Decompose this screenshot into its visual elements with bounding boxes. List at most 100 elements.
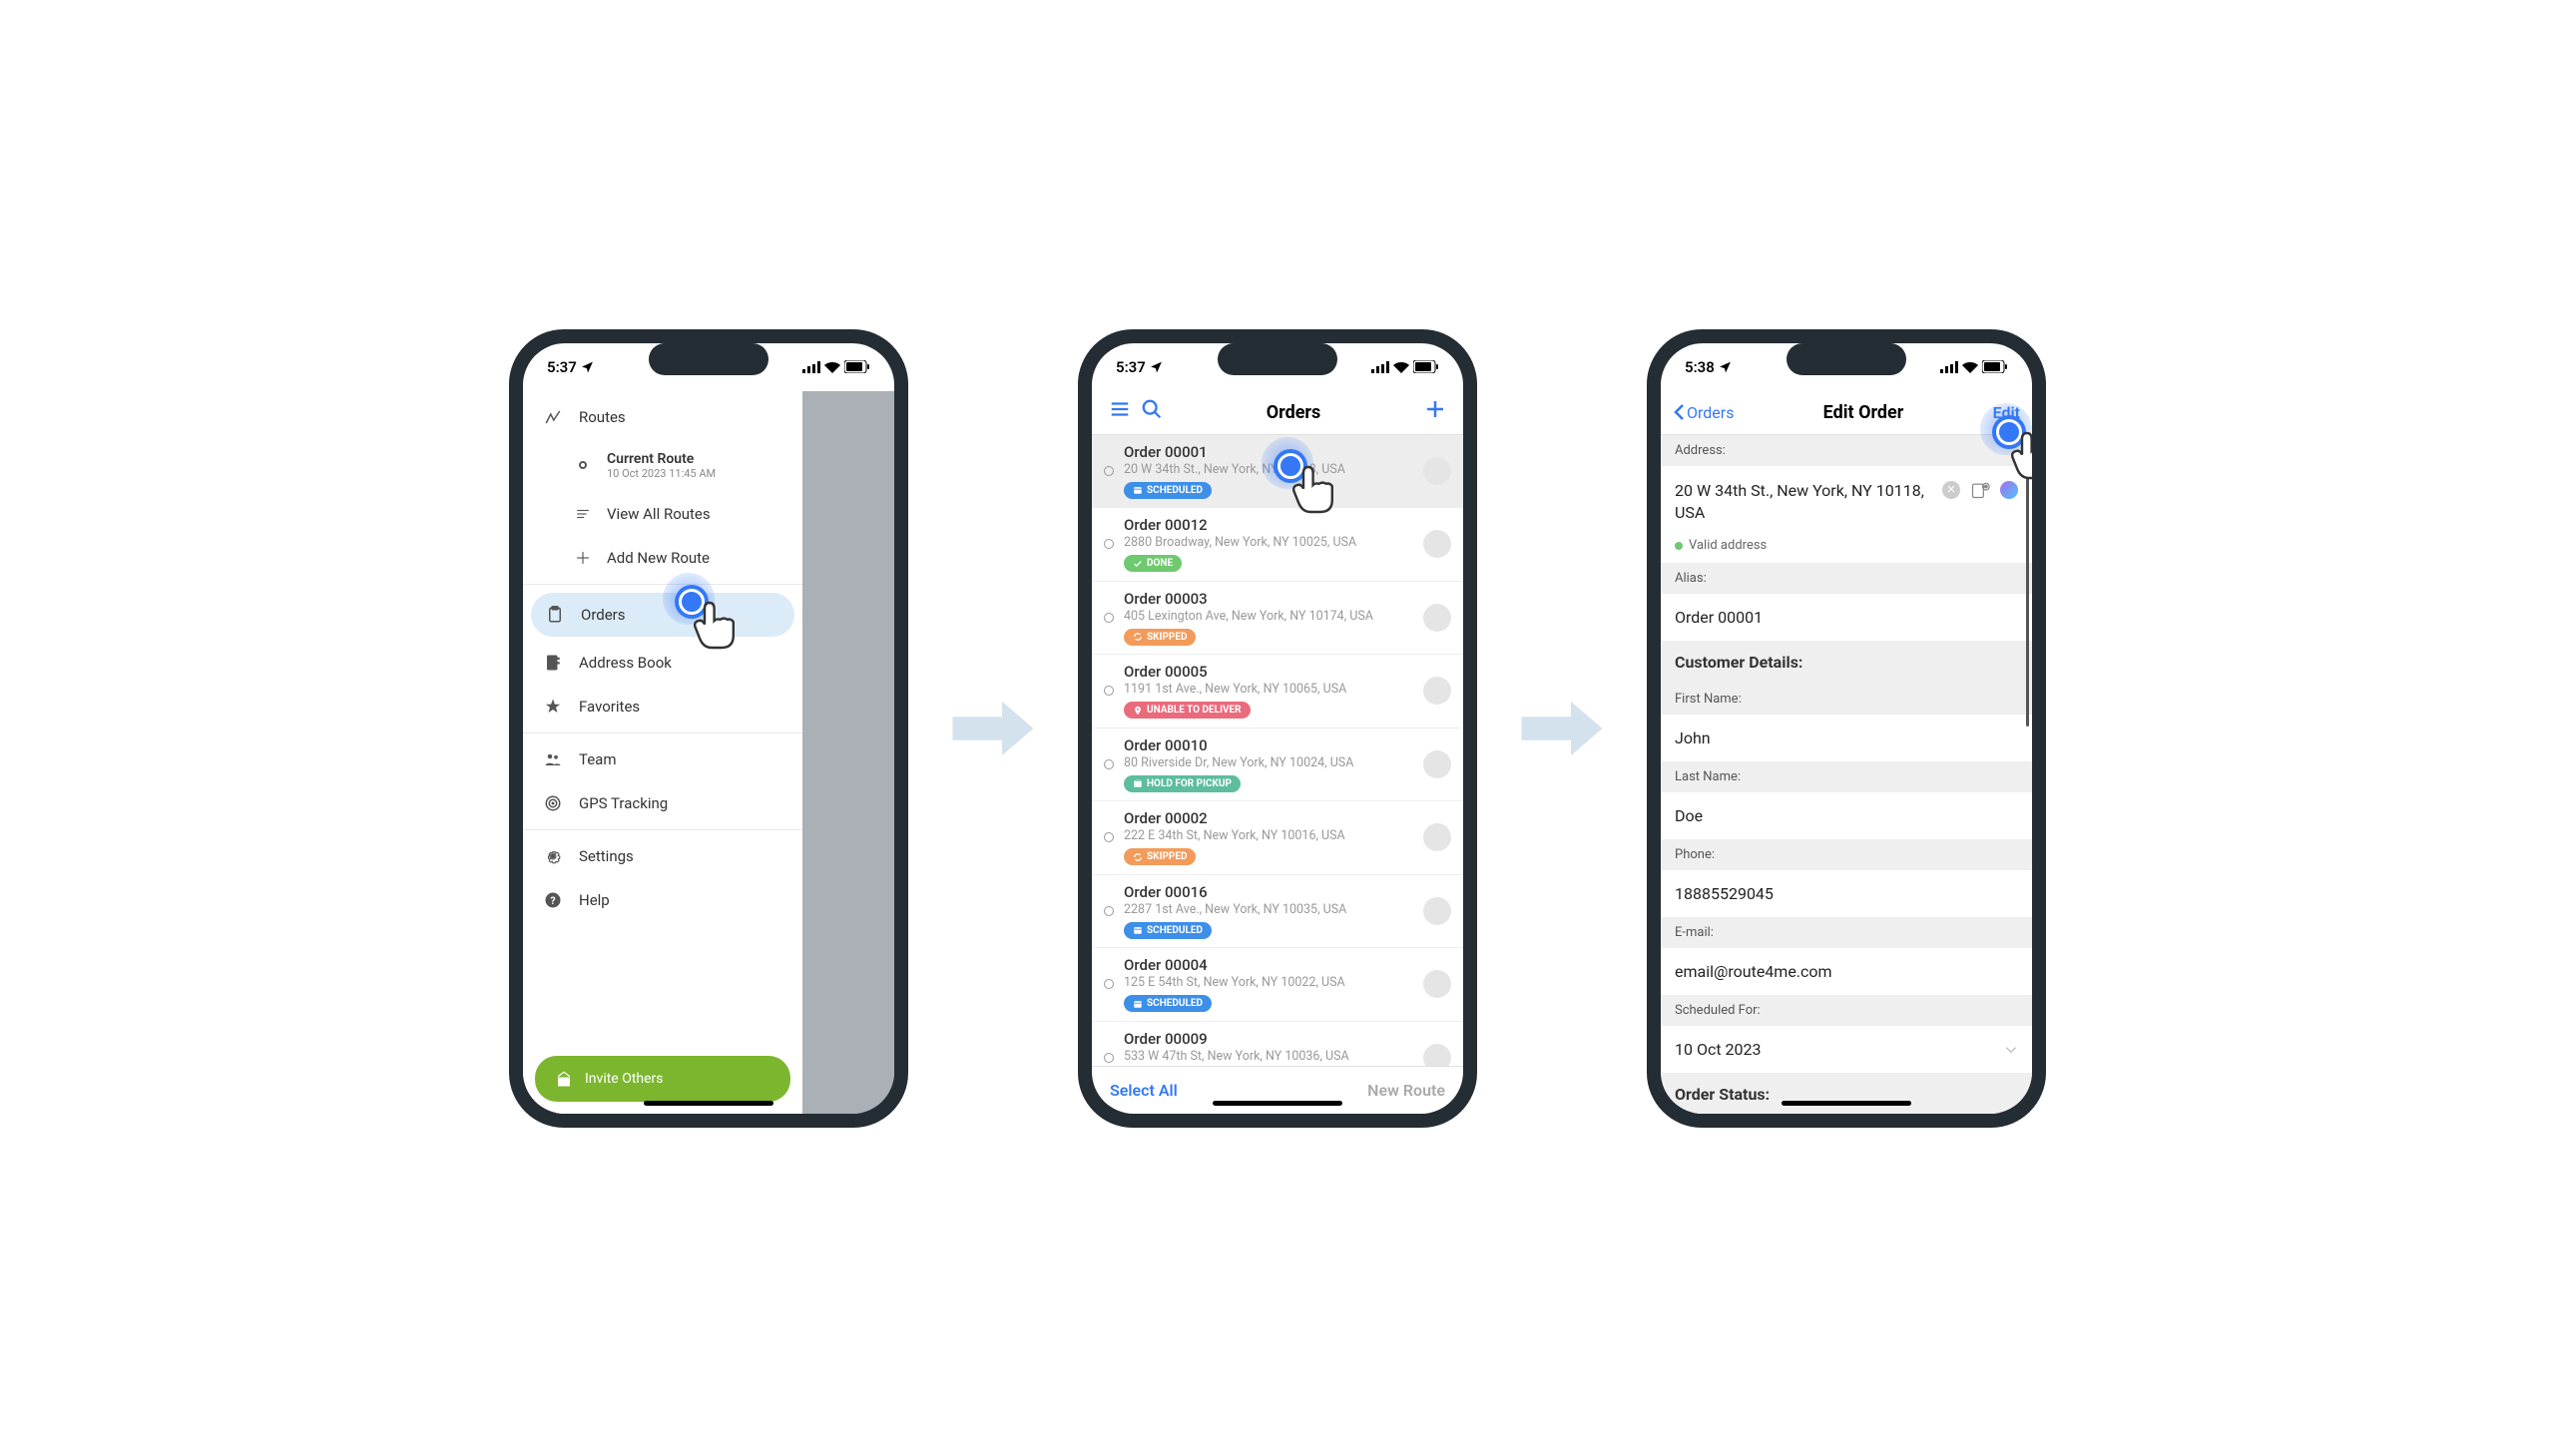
order-badge: DONE: [1124, 555, 1182, 572]
status-time: 5:37: [547, 358, 577, 376]
clear-icon[interactable]: ✕: [1942, 481, 1960, 499]
orders-list[interactable]: Order 00001 20 W 34th St., New York, NY …: [1092, 435, 1463, 1066]
order-row[interactable]: Order 00003 405 Lexington Ave, New York,…: [1092, 582, 1463, 656]
battery-icon: [844, 360, 870, 373]
menu-settings[interactable]: Settings: [523, 834, 802, 878]
order-title: Order 00001: [1124, 443, 1413, 461]
menu-current-route[interactable]: Current Route 10 Oct 2023 11:45 AM: [523, 439, 802, 492]
order-radio[interactable]: [1104, 466, 1114, 476]
order-avatar: [1423, 457, 1451, 485]
order-title: Order 00009: [1124, 1030, 1413, 1048]
valid-dot-icon: [1675, 542, 1683, 550]
order-radio[interactable]: [1104, 613, 1114, 623]
order-row[interactable]: Order 00016 2287 1st Ave., New York, NY …: [1092, 875, 1463, 949]
select-all-button[interactable]: Select All: [1110, 1081, 1178, 1100]
location-arrow-icon: [1150, 360, 1163, 373]
search-icon[interactable]: [1136, 398, 1168, 426]
order-badge: SCHEDULED: [1124, 482, 1212, 499]
status-time: 5:38: [1685, 358, 1715, 376]
edit-form[interactable]: Address: 20 W 34th St., New York, NY 101…: [1661, 435, 2032, 1114]
plus-icon: [573, 548, 593, 568]
order-radio[interactable]: [1104, 539, 1114, 549]
battery-icon: [1413, 360, 1439, 373]
order-row[interactable]: Order 00012 2880 Broadway, New York, NY …: [1092, 508, 1463, 582]
field-phone[interactable]: 18885529045: [1661, 870, 2032, 917]
menu-orders[interactable]: Orders: [531, 593, 794, 637]
field-alias[interactable]: Order 00001: [1661, 594, 2032, 641]
arrow-icon: [948, 694, 1038, 763]
order-avatar: [1423, 677, 1451, 705]
order-avatar: [1423, 823, 1451, 851]
invite-label: Invite Others: [585, 1071, 664, 1087]
nav-title: Edit Order: [1734, 402, 1992, 423]
menu-gps[interactable]: GPS Tracking: [523, 781, 802, 825]
order-address: 20 W 34th St., New York, NY 10118, USA: [1124, 462, 1413, 477]
order-row[interactable]: Order 00002 222 E 34th St, New York, NY …: [1092, 801, 1463, 875]
color-picker-icon[interactable]: [2000, 481, 2018, 499]
overlay[interactable]: [802, 391, 894, 1114]
label-address: Address:: [1661, 435, 2032, 466]
valid-address-indicator: Valid address: [1661, 538, 2032, 563]
notch: [1218, 343, 1337, 375]
invite-button[interactable]: Invite Others: [535, 1056, 790, 1102]
help-label: Help: [579, 891, 610, 909]
order-row[interactable]: Order 00010 80 Riverside Dr, New York, N…: [1092, 728, 1463, 802]
section-customer: Customer Details:: [1661, 641, 2032, 684]
menu-view-all[interactable]: View All Routes: [523, 492, 802, 536]
order-radio[interactable]: [1104, 1053, 1114, 1063]
battery-icon: [1982, 360, 2008, 373]
label-phone: Phone:: [1661, 839, 2032, 870]
label-alias: Alias:: [1661, 563, 2032, 594]
add-icon[interactable]: [1419, 397, 1451, 427]
order-address: 80 Riverside Dr, New York, NY 10024, USA: [1124, 755, 1413, 770]
home-indicator[interactable]: [644, 1101, 773, 1106]
order-row[interactable]: Order 00005 1191 1st Ave., New York, NY …: [1092, 655, 1463, 728]
list-icon: [573, 504, 593, 524]
orders-footer: Select All New Route: [1092, 1066, 1463, 1114]
field-last[interactable]: Doe: [1661, 792, 2032, 839]
back-button[interactable]: Orders: [1673, 403, 1734, 422]
map-pin-icon[interactable]: [1970, 480, 1990, 500]
field-sched[interactable]: 10 Oct 2023: [1661, 1026, 2032, 1073]
edit-button[interactable]: Edit: [1993, 403, 2020, 422]
order-radio[interactable]: [1104, 686, 1114, 696]
menu-help[interactable]: ? Help: [523, 878, 802, 922]
order-radio[interactable]: [1104, 832, 1114, 842]
gear-icon: [543, 846, 563, 866]
order-address: 533 W 47th St, New York, NY 10036, USA: [1124, 1049, 1413, 1064]
order-row[interactable]: Order 00009 533 W 47th St, New York, NY …: [1092, 1022, 1463, 1066]
menu-favorites[interactable]: Favorites: [523, 685, 802, 728]
hamburger-icon[interactable]: [1104, 398, 1136, 426]
new-route-button[interactable]: New Route: [1367, 1081, 1445, 1100]
menu-team[interactable]: Team: [523, 737, 802, 781]
invite-icon: [555, 1070, 573, 1088]
signal-icon: [1371, 361, 1389, 373]
svg-text:?: ?: [550, 893, 555, 906]
menu-add-route[interactable]: Add New Route: [523, 536, 802, 580]
gps-label: GPS Tracking: [579, 794, 668, 812]
order-row[interactable]: Order 00001 20 W 34th St., New York, NY …: [1092, 435, 1463, 509]
field-email[interactable]: email@route4me.com: [1661, 948, 2032, 995]
notch: [649, 343, 768, 375]
scrollbar[interactable]: [2026, 443, 2029, 1074]
order-radio[interactable]: [1104, 906, 1114, 916]
home-indicator[interactable]: [1213, 1101, 1342, 1106]
menu-routes[interactable]: Routes: [523, 395, 802, 439]
settings-label: Settings: [579, 847, 634, 865]
order-radio[interactable]: [1104, 759, 1114, 769]
order-radio[interactable]: [1104, 979, 1114, 989]
book-icon: [543, 653, 563, 673]
arrow-icon: [1517, 694, 1607, 763]
order-address: 405 Lexington Ave, New York, NY 10174, U…: [1124, 609, 1413, 624]
order-title: Order 00010: [1124, 736, 1413, 754]
field-first[interactable]: John: [1661, 715, 2032, 761]
home-indicator[interactable]: [1782, 1101, 1911, 1106]
label-first: First Name:: [1661, 684, 2032, 715]
label-email: E-mail:: [1661, 917, 2032, 948]
valid-address-label: Valid address: [1689, 538, 1767, 553]
menu-address-book[interactable]: Address Book: [523, 641, 802, 685]
field-address[interactable]: 20 W 34th St., New York, NY 10118, USA ✕: [1661, 466, 2032, 539]
order-row[interactable]: Order 00004 125 E 54th St, New York, NY …: [1092, 948, 1463, 1022]
order-title: Order 00012: [1124, 516, 1413, 534]
order-avatar: [1423, 604, 1451, 632]
